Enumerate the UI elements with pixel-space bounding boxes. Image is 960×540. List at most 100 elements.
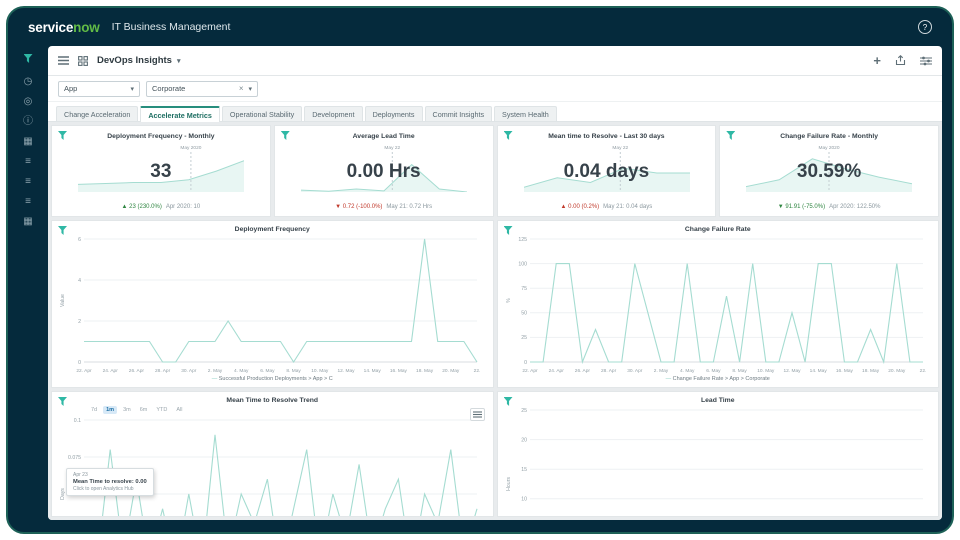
svg-text:0: 0 (78, 360, 81, 366)
chart-legend: — Change Failure Rate > App > Corporate (504, 375, 933, 384)
range-1m[interactable]: 1m (103, 406, 118, 414)
change-failure-rate-plot[interactable]: 0 25 50 75 100 125 22. Apr 24. Apr 26. Apr 28. Ap… (504, 233, 933, 375)
deployment-frequency-plot[interactable]: 0 2 4 6 22. Apr 24. Apr 26. Apr 28. Apr 30. Apr 2… (58, 233, 487, 375)
range-7d[interactable]: 7d (88, 406, 100, 414)
clock-icon[interactable]: ◷ (24, 77, 33, 87)
mttr-trend-plot[interactable]: 00.0250.050.0750.1Days (58, 414, 487, 516)
svg-text:20. May: 20. May (888, 368, 906, 374)
filter-icon[interactable] (280, 131, 290, 140)
range-all[interactable]: All (173, 406, 185, 414)
svg-text:26. Apr: 26. Apr (574, 368, 590, 374)
svg-text:4. May: 4. May (679, 368, 694, 374)
range-6m[interactable]: 6m (137, 406, 151, 414)
chart-title: Deployment Frequency (234, 226, 310, 233)
svg-text:22.: 22. (474, 368, 481, 374)
kpi-title: Change Failure Rate - Monthly (780, 133, 879, 140)
clear-filter-icon[interactable]: × (239, 84, 244, 93)
svg-text:10: 10 (521, 497, 527, 503)
legend-line-swatch: — (665, 376, 672, 382)
product-name: IT Business Management (111, 21, 231, 33)
kpi-average-lead-time[interactable]: May 22 Average Lead Time 0.00 Hrs ▼ 0.72… (273, 125, 494, 217)
svg-text:0.1: 0.1 (74, 418, 81, 424)
tab-commit-insights[interactable]: Commit Insights (424, 106, 493, 121)
tooltip-hint: Click to open Analytics Hub (73, 486, 134, 492)
svg-text:0.075: 0.075 (68, 455, 81, 461)
tooltip-value: Mean Time to resolve: 0.00 (73, 479, 147, 485)
svg-text:28. Apr: 28. Apr (155, 368, 171, 374)
kpi-mean-time-to-resolve[interactable]: May 22 Mean time to Resolve - Last 30 da… (496, 125, 717, 217)
add-widget-button[interactable]: + (873, 54, 881, 67)
svg-text:22. Apr: 22. Apr (522, 368, 538, 374)
settings-sliders-icon[interactable] (920, 56, 932, 66)
svg-text:22.: 22. (919, 368, 926, 374)
tab-deployments[interactable]: Deployments (364, 106, 423, 121)
kpi-delta: ▲ 0.00 (0.2%) May 21: 0.04 days (561, 204, 653, 210)
breakdown-value: Corporate (152, 84, 186, 93)
svg-text:30. Apr: 30. Apr (181, 368, 197, 374)
chart-title: Mean Time to Resolve Trend (226, 397, 319, 404)
dashboard-selector[interactable]: DevOps Insights ▾ (97, 55, 180, 66)
chart-title: Change Failure Rate (684, 226, 751, 233)
filter-icon[interactable] (23, 54, 33, 63)
compass-icon[interactable]: ◎ (24, 97, 33, 107)
svg-text:12. May: 12. May (337, 368, 355, 374)
svg-text:16. May: 16. May (390, 368, 408, 374)
svg-text:15: 15 (521, 467, 527, 473)
workspace-grid-icon[interactable] (78, 55, 88, 66)
chart-tooltip[interactable]: Apr 23 Mean Time to resolve: 0.00 Click … (66, 468, 154, 496)
share-export-icon[interactable] (895, 55, 906, 66)
range-ytd[interactable]: YTD (153, 406, 170, 414)
legend-label: Successful Production Deployments > App … (218, 376, 333, 382)
svg-text:10. May: 10. May (311, 368, 329, 374)
svg-text:24. Apr: 24. Apr (103, 368, 119, 374)
kpi-delta-compare: May 21: 0.72 Hrs (386, 204, 433, 210)
svg-text:16. May: 16. May (835, 368, 853, 374)
chart-context-menu-icon[interactable] (469, 408, 485, 421)
svg-text:20: 20 (521, 437, 527, 443)
chart-mttr-trend: Mean Time to Resolve Trend 7d 1m 3m 6m Y… (51, 391, 494, 517)
kpi-delta-compare: May 21: 0.04 days (603, 204, 653, 210)
kpi-title: Average Lead Time (352, 133, 415, 140)
filter-icon[interactable] (503, 131, 513, 140)
tab-development[interactable]: Development (304, 106, 363, 121)
breakdown-value-select[interactable]: Corporate × ▾ (146, 80, 258, 97)
detail-list-icon[interactable]: ≡ (25, 177, 31, 187)
app-window: servicenow IT Business Management ? ◷ ◎ … (6, 6, 954, 534)
lead-time-plot[interactable]: 0510152025Hours (504, 404, 933, 516)
info-icon[interactable]: ⓘ (23, 117, 33, 127)
tab-system-health[interactable]: System Health (494, 106, 557, 121)
svg-text:May 2020: May 2020 (180, 145, 201, 151)
app-header: servicenow IT Business Management ? (8, 8, 952, 46)
tab-accelerate-metrics[interactable]: Accelerate Metrics (140, 106, 220, 122)
kpi-deployment-frequency[interactable]: May 2020 Deployment Frequency - Monthly … (51, 125, 271, 217)
kpi-delta: ▼ 91.91 (-75.0%) Apr 2020: 122.50% (778, 204, 881, 210)
sidebar: ◷ ◎ ⓘ ▦ ≡ ≡ ≡ ▦ (8, 46, 48, 520)
rows-icon[interactable]: ≡ (25, 197, 31, 207)
tab-operational-stability[interactable]: Operational Stability (221, 106, 303, 121)
dashboard-tabs: Change Acceleration Accelerate Metrics O… (48, 102, 942, 122)
filter-icon[interactable] (58, 131, 67, 140)
chart-legend: — Successful Production Deployments > Ap… (58, 375, 487, 384)
apps-icon[interactable]: ▦ (23, 137, 32, 147)
list-icon[interactable]: ≡ (25, 157, 31, 167)
help-icon[interactable]: ? (918, 20, 932, 34)
svg-text:8. May: 8. May (732, 368, 747, 374)
svg-text:25: 25 (521, 335, 527, 341)
svg-text:18. May: 18. May (416, 368, 434, 374)
svg-text:0: 0 (524, 360, 527, 366)
main-content: DevOps Insights ▾ + App ▾ Corporate × ▾ … (48, 46, 942, 520)
svg-text:8. May: 8. May (286, 368, 301, 374)
svg-text:6. May: 6. May (260, 368, 275, 374)
kpi-delta: ▲ 23 (230.0%) Apr 2020: 10 (122, 204, 201, 210)
kpi-change-failure-rate[interactable]: May 2020 Change Failure Rate - Monthly 3… (719, 125, 939, 217)
range-3m[interactable]: 3m (120, 406, 134, 414)
tab-change-acceleration[interactable]: Change Acceleration (56, 106, 139, 121)
svg-text:14. May: 14. May (809, 368, 827, 374)
hamburger-menu-icon[interactable] (58, 56, 69, 65)
grid-icon[interactable]: ▦ (23, 217, 32, 227)
kpi-title: Mean time to Resolve - Last 30 days (548, 133, 665, 140)
svg-text:24. Apr: 24. Apr (548, 368, 564, 374)
breakdown-field-select[interactable]: App ▾ (58, 80, 140, 97)
filter-icon[interactable] (726, 131, 736, 140)
svg-text:30. Apr: 30. Apr (627, 368, 643, 374)
